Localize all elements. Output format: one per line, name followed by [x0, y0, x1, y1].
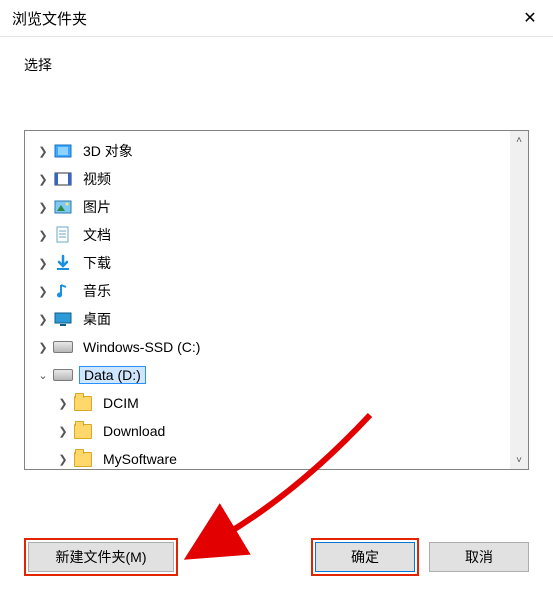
folder-tree[interactable]: ❯ 3D 对象 ❯ 视频 ❯ 图片 ❯ [25, 131, 510, 469]
tree-item-label: 视频 [79, 169, 115, 189]
new-folder-label: 新建文件夹(M) [56, 547, 147, 567]
browse-folder-dialog: 浏览文件夹 ✕ 选择 ❯ 3D 对象 ❯ 视频 ❯ [0, 0, 553, 600]
tree-item[interactable]: ❯ 3D 对象 [27, 137, 508, 165]
download-icon [53, 253, 73, 273]
highlight-new-folder: 新建文件夹(M) [24, 538, 178, 576]
tree-item[interactable]: ❯ DCIM [27, 389, 508, 417]
titlebar: 浏览文件夹 ✕ [0, 0, 553, 37]
tree-item[interactable]: ❯ Windows-SSD (C:) [27, 333, 508, 361]
3d-icon [53, 141, 73, 161]
ok-button[interactable]: 确定 [315, 542, 415, 572]
scroll-up-icon[interactable]: ˄ [510, 131, 528, 149]
tree-item-label: MySoftware [99, 451, 181, 467]
scrollbar[interactable]: ˄ ˅ [510, 131, 528, 469]
picture-icon [53, 197, 73, 217]
new-folder-button[interactable]: 新建文件夹(M) [28, 542, 174, 572]
tree-item[interactable]: ❯ 视频 [27, 165, 508, 193]
tree-item-label: Data (D:) [79, 366, 146, 384]
video-icon [53, 169, 73, 189]
tree-item-label: Download [99, 423, 169, 439]
chevron-right-icon[interactable]: ❯ [35, 285, 51, 298]
chevron-right-icon[interactable]: ❯ [55, 397, 71, 410]
chevron-right-icon[interactable]: ❯ [35, 229, 51, 242]
dialog-subtitle: 选择 [0, 37, 553, 85]
chevron-right-icon[interactable]: ❯ [35, 313, 51, 326]
document-icon [53, 225, 73, 245]
music-icon [53, 281, 73, 301]
drive-icon [53, 337, 73, 357]
cancel-button[interactable]: 取消 [429, 542, 529, 572]
chevron-right-icon[interactable]: ❯ [35, 341, 51, 354]
tree-item-label: 图片 [79, 197, 115, 217]
scroll-down-icon[interactable]: ˅ [510, 451, 528, 469]
button-bar: 新建文件夹(M) 确定 取消 [24, 538, 529, 576]
chevron-right-icon[interactable]: ❯ [35, 201, 51, 214]
tree-item[interactable]: ❯ 文档 [27, 221, 508, 249]
desktop-icon [53, 309, 73, 329]
tree-item-selected[interactable]: ⌄ Data (D:) [27, 361, 508, 389]
tree-item[interactable]: ❯ 音乐 [27, 277, 508, 305]
highlight-ok: 确定 [311, 538, 419, 576]
folder-icon [73, 393, 93, 413]
tree-item[interactable]: ❯ 桌面 [27, 305, 508, 333]
folder-icon [73, 421, 93, 441]
close-icon: ✕ [523, 8, 536, 28]
chevron-right-icon[interactable]: ❯ [35, 173, 51, 186]
folder-tree-container: ❯ 3D 对象 ❯ 视频 ❯ 图片 ❯ [24, 130, 529, 470]
drive-icon [53, 365, 73, 385]
chevron-right-icon[interactable]: ❯ [35, 145, 51, 158]
tree-item-label: 桌面 [79, 309, 115, 329]
tree-item[interactable]: ❯ Download [27, 417, 508, 445]
chevron-right-icon[interactable]: ❯ [55, 425, 71, 438]
dialog-title: 浏览文件夹 [12, 8, 87, 29]
tree-item-label: 3D 对象 [79, 141, 137, 161]
tree-item[interactable]: ❯ MySoftware [27, 445, 508, 469]
cancel-label: 取消 [465, 547, 493, 567]
tree-item-label: DCIM [99, 395, 143, 411]
tree-item-label: 下载 [79, 253, 115, 273]
tree-item-label: 音乐 [79, 281, 115, 301]
tree-item[interactable]: ❯ 下载 [27, 249, 508, 277]
folder-icon [73, 449, 93, 469]
chevron-right-icon[interactable]: ❯ [35, 257, 51, 270]
tree-item[interactable]: ❯ 图片 [27, 193, 508, 221]
chevron-down-icon[interactable]: ⌄ [35, 369, 51, 382]
close-button[interactable]: ✕ [507, 0, 553, 36]
chevron-right-icon[interactable]: ❯ [55, 453, 71, 466]
tree-item-label: Windows-SSD (C:) [79, 339, 204, 355]
tree-item-label: 文档 [79, 225, 115, 245]
ok-label: 确定 [351, 547, 379, 567]
